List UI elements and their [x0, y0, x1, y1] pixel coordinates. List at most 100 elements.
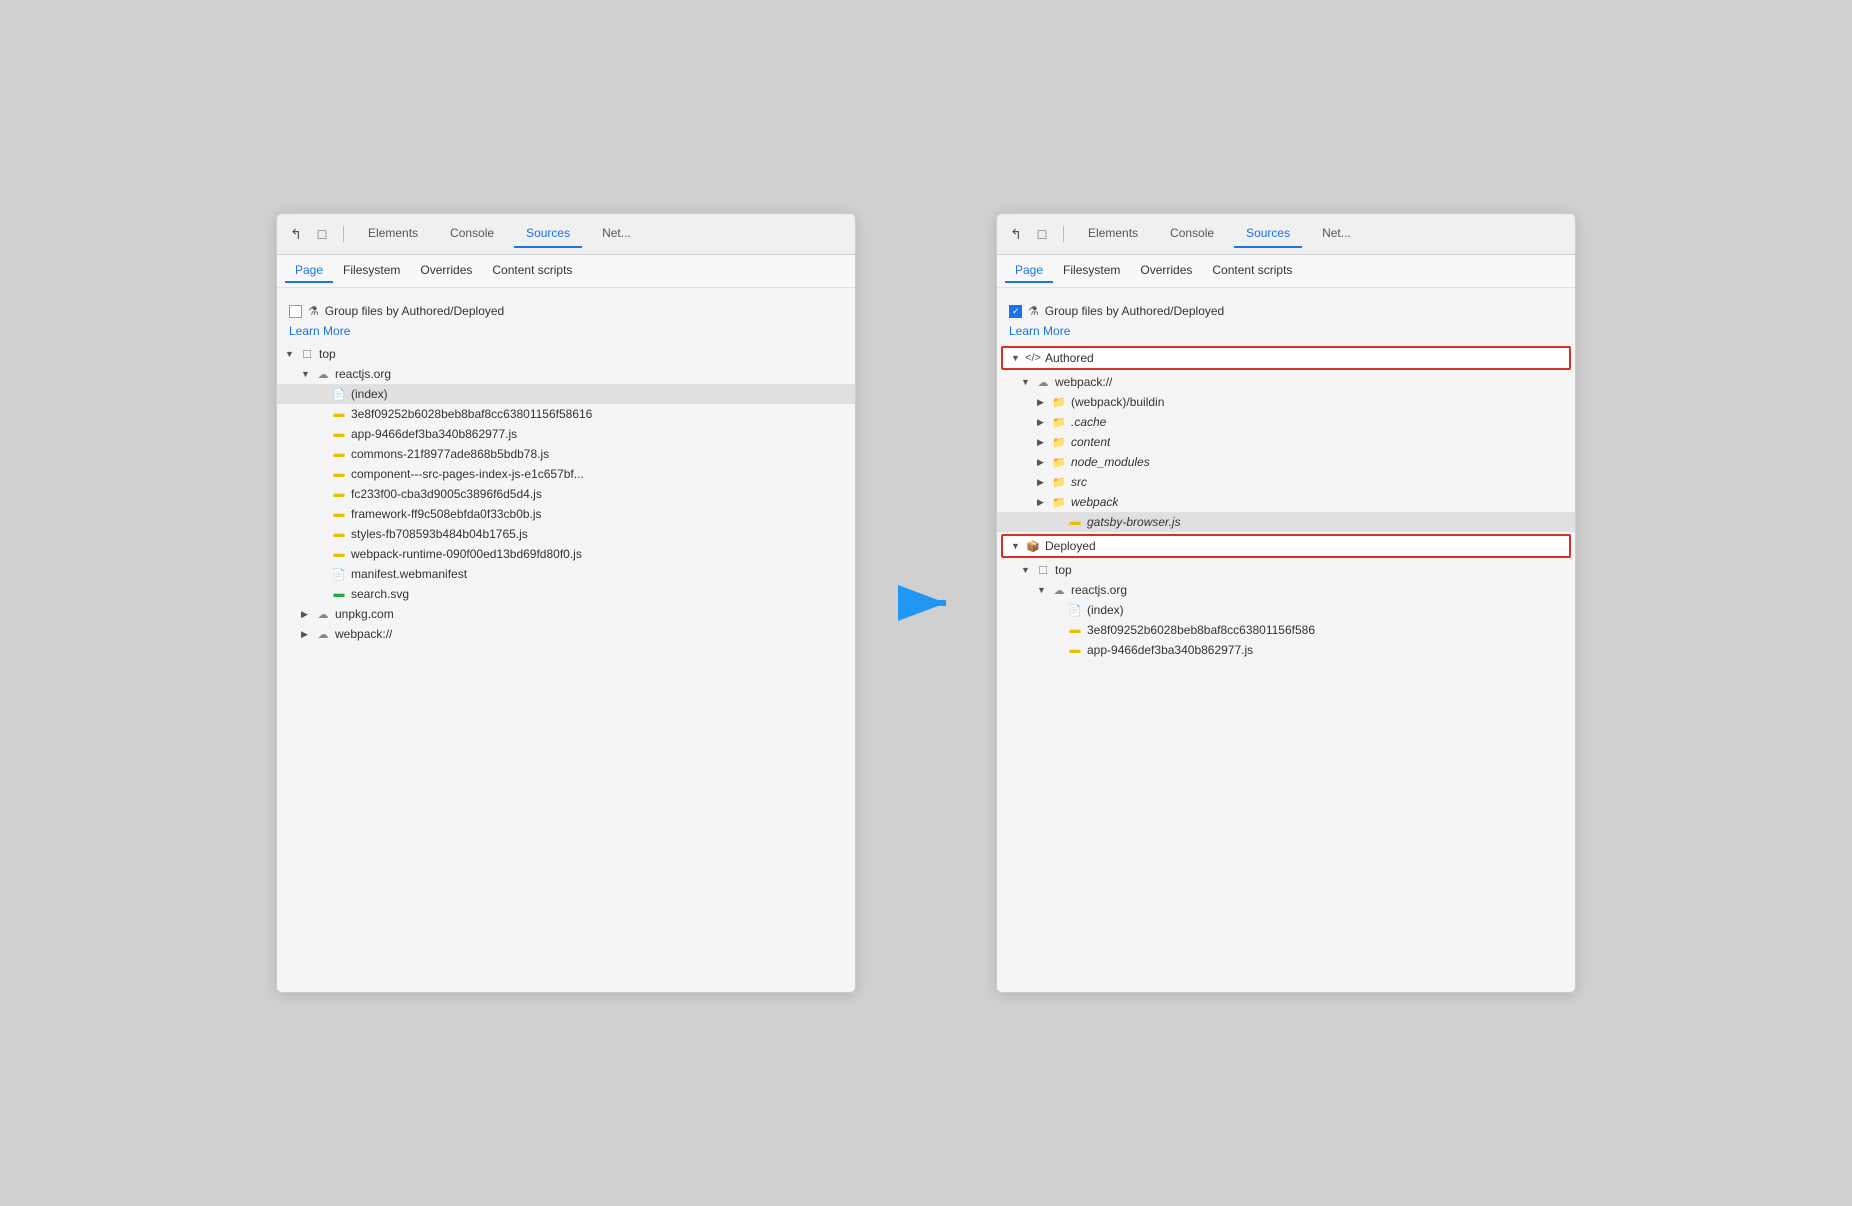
tree-item[interactable]: ▬ 3e8f09252b6028beb8baf8cc63801156f58616 — [277, 404, 855, 424]
tab-elements[interactable]: Elements — [356, 220, 430, 248]
right-panel: ↰ □ Elements Console Sources Net... Page… — [996, 213, 1576, 993]
tab-network[interactable]: Net... — [590, 220, 643, 248]
tab-sources[interactable]: Sources — [1234, 220, 1302, 248]
expand-arrow[interactable] — [1037, 477, 1051, 488]
expand-arrow[interactable] — [1011, 541, 1025, 551]
expand-arrow[interactable] — [1021, 377, 1035, 387]
toolbar-left: ↰ □ Elements Console Sources Net... — [277, 214, 855, 255]
item-label: styles-fb708593b484b04b1765.js — [351, 527, 528, 541]
tree-item[interactable]: ☁ unpkg.com — [277, 604, 855, 624]
expand-arrow[interactable] — [1021, 565, 1035, 575]
tree-item[interactable]: 📁 node_modules — [997, 452, 1575, 472]
tree-item[interactable]: 📁 src — [997, 472, 1575, 492]
tree-item[interactable]: 📄 (index) — [277, 384, 855, 404]
expand-arrow[interactable] — [301, 369, 315, 379]
sub-tabs-left: Page Filesystem Overrides Content script… — [277, 255, 855, 288]
expand-arrow[interactable] — [1011, 353, 1025, 363]
item-label: commons-21f8977ade868b5bdb78.js — [351, 447, 549, 461]
expand-arrow[interactable] — [1037, 457, 1051, 468]
item-label: 3e8f09252b6028beb8baf8cc63801156f58616 — [351, 407, 592, 421]
tree-item[interactable]: ▬ 3e8f09252b6028beb8baf8cc63801156f586 — [997, 620, 1575, 640]
item-label: .cache — [1071, 415, 1106, 429]
expand-arrow[interactable] — [1037, 397, 1051, 408]
tree-item[interactable]: ▬ styles-fb708593b484b04b1765.js — [277, 524, 855, 544]
tree-item[interactable]: ▬ fc233f00-cba3d9005c3896f6d5d4.js — [277, 484, 855, 504]
deployed-header[interactable]: 📦 Deployed — [1001, 534, 1571, 558]
tree-item[interactable]: ☁ webpack:// — [277, 624, 855, 644]
toolbar-separator — [1063, 226, 1064, 242]
subtab-filesystem[interactable]: Filesystem — [333, 259, 410, 283]
subtab-content-scripts[interactable]: Content scripts — [482, 259, 582, 283]
right-arrow-icon — [896, 583, 956, 623]
tree-item[interactable]: ☁ webpack:// — [997, 372, 1575, 392]
tree-item[interactable]: ▬ gatsby-browser.js — [997, 512, 1575, 532]
tree-item[interactable]: ▬ app-9466def3ba340b862977.js — [277, 424, 855, 444]
tab-network[interactable]: Net... — [1310, 220, 1363, 248]
subtab-overrides[interactable]: Overrides — [410, 259, 482, 283]
group-files-checkbox-left[interactable] — [289, 305, 302, 318]
expand-arrow[interactable] — [1037, 437, 1051, 448]
subtab-content-scripts[interactable]: Content scripts — [1202, 259, 1302, 283]
checkbox-label-right: Group files by Authored/Deployed — [1045, 304, 1224, 318]
tree-item[interactable]: 📄 manifest.webmanifest — [277, 564, 855, 584]
inspect-icon[interactable]: □ — [1033, 225, 1051, 243]
item-label: app-9466def3ba340b862977.js — [351, 427, 517, 441]
tree-item[interactable]: 📁 .cache — [997, 412, 1575, 432]
item-label: node_modules — [1071, 455, 1150, 469]
arrow-between — [896, 583, 956, 623]
file-icon: ▬ — [331, 466, 347, 482]
tree-item[interactable]: ▬ commons-21f8977ade868b5bdb78.js — [277, 444, 855, 464]
tree-item[interactable]: 📁 (webpack)/buildin — [997, 392, 1575, 412]
cursor-icon[interactable]: ↰ — [287, 225, 305, 243]
subtab-page[interactable]: Page — [285, 259, 333, 283]
cloud-icon: ☁ — [1035, 374, 1051, 390]
folder-icon: 📁 — [1051, 434, 1067, 450]
learn-more-left[interactable]: Learn More — [277, 324, 855, 344]
tab-sources[interactable]: Sources — [514, 220, 582, 248]
item-label: fc233f00-cba3d9005c3896f6d5d4.js — [351, 487, 542, 501]
tab-console[interactable]: Console — [438, 220, 506, 248]
tree-item[interactable]: 📁 content — [997, 432, 1575, 452]
item-label: (index) — [1087, 603, 1124, 617]
learn-more-right[interactable]: Learn More — [997, 324, 1575, 344]
authored-header[interactable]: </> Authored — [1001, 346, 1571, 370]
tree-item[interactable]: 📄 (index) — [997, 600, 1575, 620]
tree-item[interactable]: ☐ top — [997, 560, 1575, 580]
tab-console[interactable]: Console — [1158, 220, 1226, 248]
tree-item[interactable]: ▬ webpack-runtime-090f00ed13bd69fd80f0.j… — [277, 544, 855, 564]
tree-item[interactable]: ☁ reactjs.org — [277, 364, 855, 384]
file-icon: ▬ — [331, 406, 347, 422]
file-icon: ▬ — [331, 446, 347, 462]
tree-item[interactable]: ▬ component---src-pages-index-js-e1c657b… — [277, 464, 855, 484]
tree-item[interactable]: ☁ reactjs.org — [997, 580, 1575, 600]
subtab-page[interactable]: Page — [1005, 259, 1053, 283]
right-panel-body: ⚗ Group files by Authored/Deployed Learn… — [997, 288, 1575, 670]
item-label: gatsby-browser.js — [1087, 515, 1181, 529]
subtab-filesystem[interactable]: Filesystem — [1053, 259, 1130, 283]
tab-elements[interactable]: Elements — [1076, 220, 1150, 248]
tree-item[interactable]: ☐ top — [277, 344, 855, 364]
left-panel-body: ⚗ Group files by Authored/Deployed Learn… — [277, 288, 855, 654]
tree-item[interactable]: ▬ search.svg — [277, 584, 855, 604]
expand-arrow[interactable] — [1037, 417, 1051, 428]
expand-arrow[interactable] — [1037, 585, 1051, 595]
folder-icon: 📁 — [1051, 474, 1067, 490]
folder-icon: 📁 — [1051, 394, 1067, 410]
tree-item[interactable]: ▬ framework-ff9c508ebfda0f33cb0b.js — [277, 504, 855, 524]
group-files-checkbox-right[interactable] — [1009, 305, 1022, 318]
funnel-icon-left: ⚗ — [308, 304, 319, 318]
item-label: content — [1071, 435, 1110, 449]
item-label: webpack:// — [335, 627, 392, 641]
inspect-icon[interactable]: □ — [313, 225, 331, 243]
expand-arrow[interactable] — [301, 609, 315, 620]
tree-item[interactable]: ▬ app-9466def3ba340b862977.js — [997, 640, 1575, 660]
expand-arrow[interactable] — [1037, 497, 1051, 508]
item-label: search.svg — [351, 587, 409, 601]
item-label: top — [319, 347, 336, 361]
cursor-icon[interactable]: ↰ — [1007, 225, 1025, 243]
subtab-overrides[interactable]: Overrides — [1130, 259, 1202, 283]
tree-item[interactable]: 📁 webpack — [997, 492, 1575, 512]
expand-arrow[interactable] — [285, 349, 299, 359]
expand-arrow[interactable] — [301, 629, 315, 640]
item-label: Deployed — [1045, 539, 1096, 553]
